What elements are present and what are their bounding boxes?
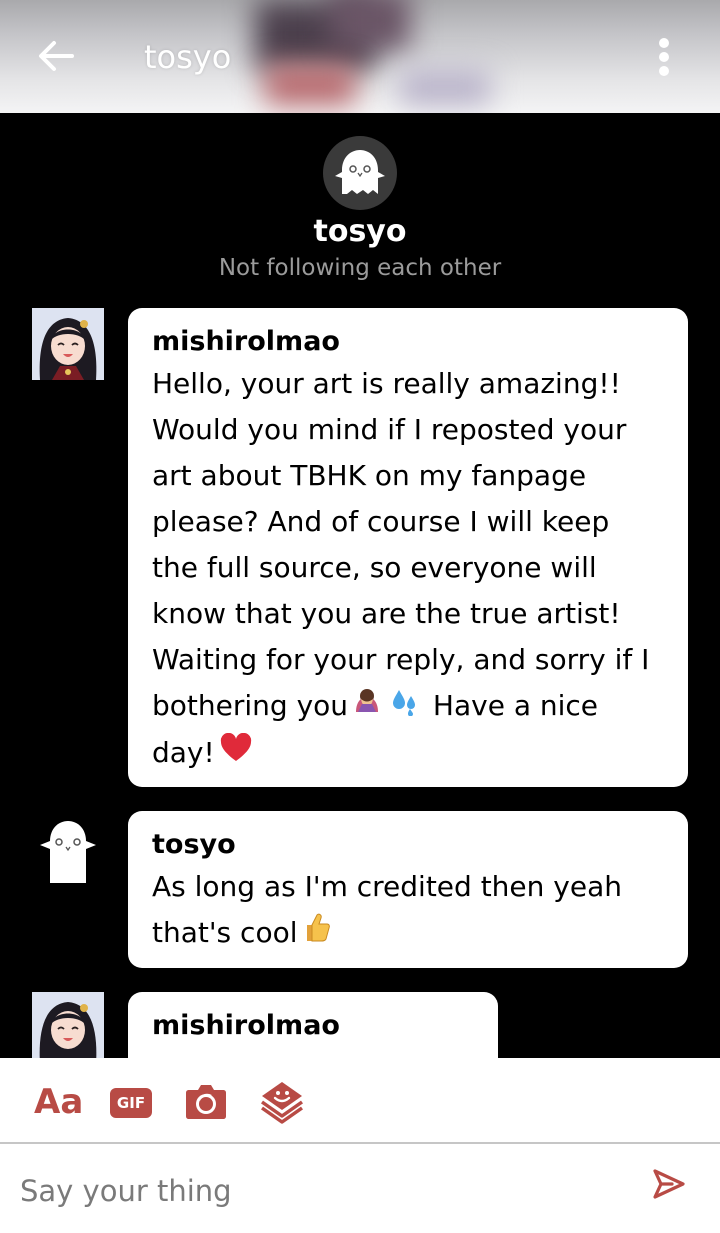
message-bubble[interactable]: mishirolmao Hello, your art is really am… [128,308,688,787]
sweat-droplets-emoji [390,684,420,730]
composer-divider [0,1142,720,1144]
arrow-left-icon[interactable] [32,32,80,80]
message-text-part: Hello, your art is really amazing!! Woul… [152,367,650,722]
more-vertical-icon[interactable] [648,36,680,78]
ghost-avatar[interactable] [323,136,397,210]
message-text-part: As long as I'm credited then yeah that's… [152,870,622,949]
conversation-title: tosyo [144,38,232,76]
sticker-icon[interactable] [260,1080,304,1128]
message-bubble[interactable]: tosyo As long as I'm credited then yeah … [128,811,688,968]
send-icon[interactable] [652,1168,686,1204]
top-bar: tosyo [0,0,720,113]
bowing-woman-emoji [352,684,382,730]
header-background-image-part [400,70,490,105]
text-format-button[interactable]: Aa [34,1082,83,1122]
header-background-image-part [330,0,410,50]
ghost-avatar[interactable] [32,811,104,883]
message-text: Hello, your art is really amazing!! Woul… [152,361,664,777]
message-input[interactable] [18,1168,622,1214]
composer: Aa GIF [0,1058,720,1233]
thumbs-up-emoji [301,911,331,957]
red-heart-emoji [219,731,253,777]
profile-header: tosyo Not following each other [0,136,720,281]
anime-girl-avatar[interactable] [32,992,104,1058]
camera-icon[interactable] [185,1082,227,1124]
header-background-image-part [265,65,355,105]
message-text: As long as I'm credited then yeah that's… [152,864,664,957]
message-sender[interactable]: mishirolmao [152,326,664,357]
profile-name[interactable]: tosyo [0,214,720,249]
message-sender[interactable]: mishirolmao [152,1010,474,1041]
gif-button[interactable]: GIF [110,1088,152,1118]
anime-girl-avatar[interactable] [32,308,104,380]
message-sender[interactable]: tosyo [152,829,664,860]
relationship-status: Not following each other [218,255,502,281]
message-bubble[interactable]: mishirolmao [128,992,498,1058]
